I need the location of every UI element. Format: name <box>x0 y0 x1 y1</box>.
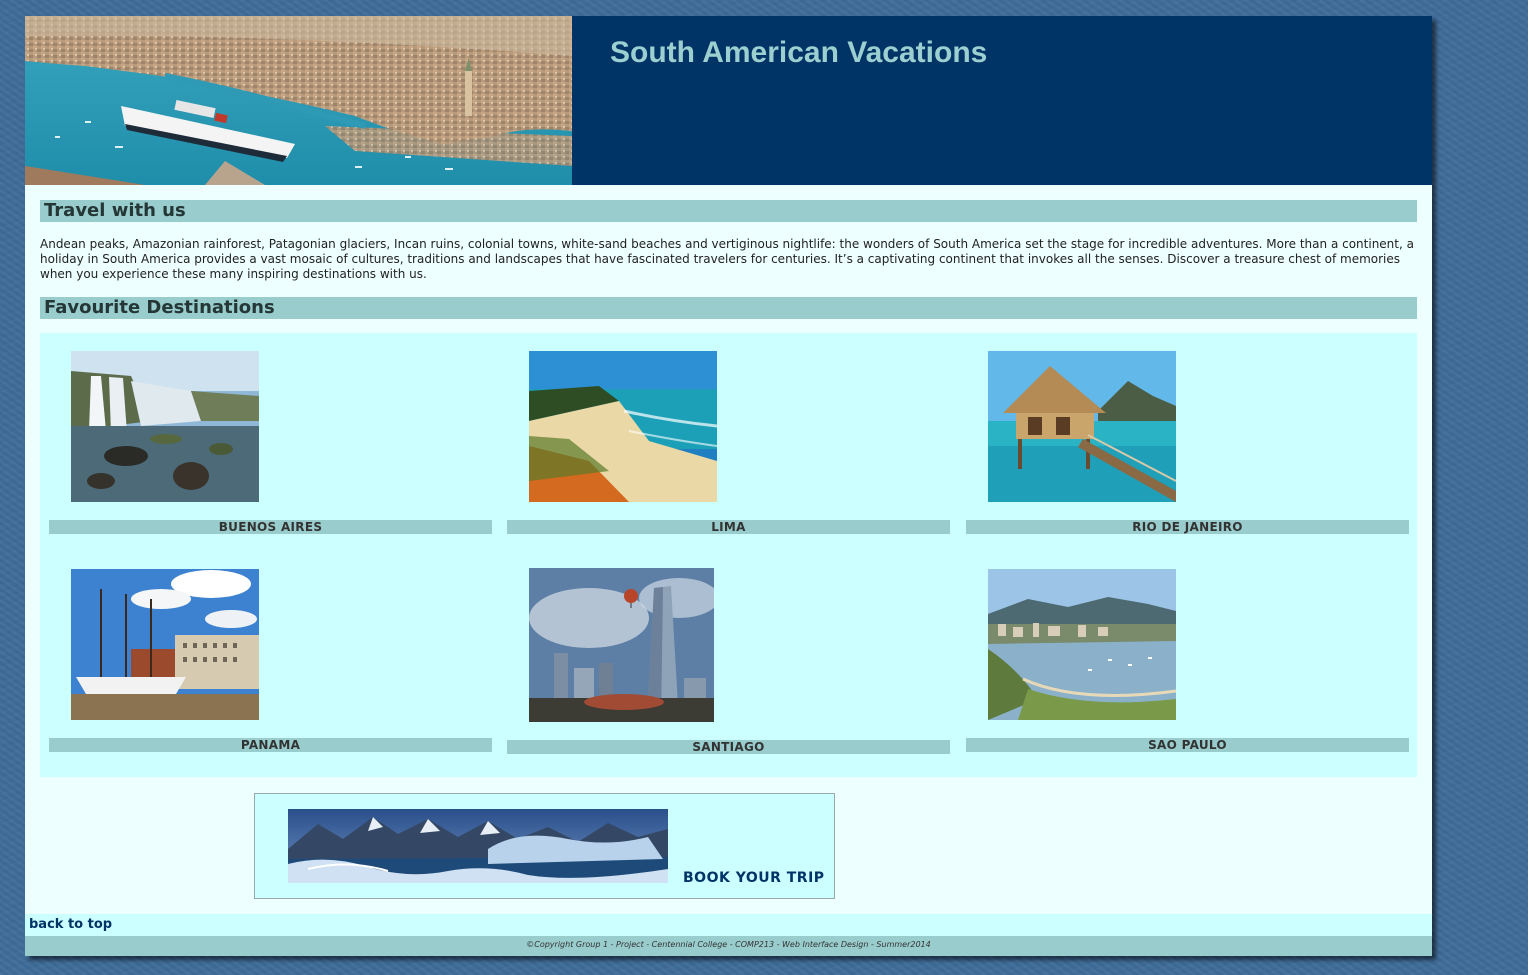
back-to-top-link[interactable]: back to top <box>29 917 112 932</box>
destination-photo-beach[interactable] <box>529 351 717 502</box>
intro-paragraph: Andean peaks, Amazonian rainforest, Pata… <box>40 237 1414 281</box>
destination-photo-waterfall[interactable] <box>71 351 259 502</box>
back-to-top-bar: back to top <box>25 914 1432 936</box>
destination-photo-skyline[interactable] <box>529 568 714 722</box>
footer-copyright: ©Copyright Group 1 - Project - Centennia… <box>25 936 1432 956</box>
header-photo-venice <box>25 16 572 185</box>
destination-photo-bay[interactable] <box>988 569 1176 720</box>
destination-photo-ship[interactable] <box>71 569 259 720</box>
destination-photo-bungalow[interactable] <box>988 351 1176 502</box>
page-container: South American Vacations Travel with us … <box>25 16 1432 956</box>
travel-heading: Travel with us <box>40 200 1417 222</box>
destinations-heading: Favourite Destinations <box>40 297 1417 319</box>
book-your-trip-link[interactable]: BOOK YOUR TRIP <box>683 870 825 886</box>
destination-label[interactable]: SANTIAGO <box>507 740 950 754</box>
destination-label[interactable]: LIMA <box>507 520 950 534</box>
destinations-panel: BUENOS AIRES LIMA RIO DE JANEIRO PANAMA … <box>40 333 1417 777</box>
book-trip-box: BOOK YOUR TRIP <box>254 793 835 899</box>
destination-label[interactable]: PANAMA <box>49 738 492 752</box>
book-trip-photo-glacier[interactable] <box>288 809 668 883</box>
destination-label[interactable]: RIO DE JANEIRO <box>966 520 1409 534</box>
site-title: South American Vacations <box>610 36 988 69</box>
header-banner: South American Vacations <box>25 16 1432 185</box>
destination-label[interactable]: BUENOS AIRES <box>49 520 492 534</box>
destination-label[interactable]: SAO PAULO <box>966 738 1409 752</box>
